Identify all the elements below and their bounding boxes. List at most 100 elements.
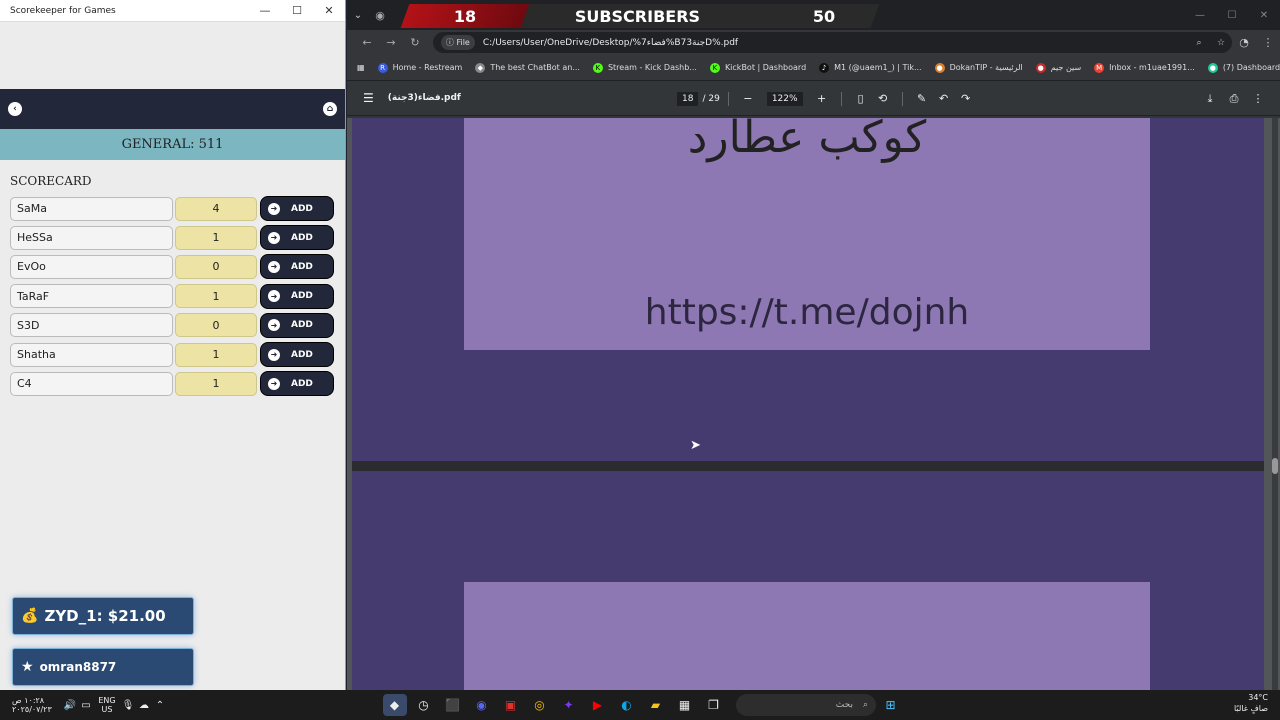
maximize-icon[interactable]: ☐ [281, 4, 313, 17]
subscriber-goal: SUBSCRIBERS 50 [520, 4, 880, 28]
page-number-input[interactable]: 18 [677, 91, 699, 106]
taskbar-search[interactable]: بحث ⌕ [736, 694, 876, 716]
weather-widget[interactable]: 34°C صافٍ غالبًا [1234, 692, 1268, 714]
bookmark-item[interactable]: R Home - Restream [377, 62, 462, 73]
player-score[interactable]: 0 [175, 254, 257, 279]
page-content-panel: كوكب عطارد https://t.me/dojnh [464, 118, 1150, 350]
add-button[interactable]: ➜ ADD [260, 342, 334, 368]
reload-icon[interactable]: ↻ [403, 36, 427, 49]
scrollbar-thumb[interactable] [1272, 458, 1278, 474]
kebab-menu-icon[interactable]: ⋮ [1256, 36, 1280, 49]
zoom-icon[interactable]: ⌕ [1188, 38, 1210, 48]
discord-app-icon[interactable]: ◉ [470, 694, 494, 716]
bookmark-star-icon[interactable]: ☆ [1210, 38, 1232, 48]
rotate-icon[interactable]: ⟲ [872, 92, 894, 105]
obs-app-icon[interactable]: ⬛ [441, 694, 465, 716]
close-icon[interactable]: ✕ [1248, 10, 1280, 21]
minimize-icon[interactable]: — [249, 4, 281, 17]
zoom-out-icon[interactable]: − [737, 92, 759, 105]
edge-app-icon[interactable]: ◐ [615, 694, 639, 716]
chrome-app-icon[interactable]: ◎ [528, 694, 552, 716]
scorekeeper-app-icon[interactable]: ◆ [382, 694, 407, 716]
player-name[interactable]: HeSSa [10, 225, 173, 250]
add-button[interactable]: ➜ ADD [260, 254, 334, 280]
hamburger-menu-icon[interactable]: ☰ [363, 91, 374, 105]
add-button[interactable]: ➜ ADD [260, 196, 334, 222]
page-separator [352, 461, 1264, 471]
player-name[interactable]: TaRaF [10, 284, 173, 309]
add-button[interactable]: ➜ ADD [260, 283, 334, 309]
streamer-app-icon[interactable]: ▣ [499, 694, 523, 716]
close-icon[interactable]: ✕ [313, 4, 345, 17]
player-name[interactable]: Shatha [10, 342, 173, 367]
microphone-icon[interactable]: 🎙 [120, 700, 136, 711]
undo-icon[interactable]: ↶ [933, 92, 955, 105]
player-score[interactable]: 1 [175, 225, 257, 250]
url-text[interactable]: C:/Users/User/OneDrive/Desktop/%7فضاء%B7… [483, 38, 1188, 48]
player-score[interactable]: 1 [175, 371, 257, 396]
clock[interactable]: ١٠:٢٨ ص ٢٠٢٥/٠٧/٢٣ [12, 696, 62, 714]
add-button[interactable]: ➜ ADD [260, 371, 334, 397]
player-row: Shatha 1 ➜ ADD [0, 340, 345, 369]
language-indicator[interactable]: ENG US [94, 696, 120, 714]
speaker-icon[interactable]: 🔊 [62, 700, 78, 711]
bookmark-item[interactable]: K Stream - Kick Dashb... [592, 62, 697, 73]
bookmark-item[interactable]: K KickBot | Dashboard [709, 62, 806, 73]
minimize-icon[interactable]: — [1184, 10, 1216, 21]
bookmark-item[interactable]: M Inbox - m1uae1991... [1094, 62, 1195, 73]
bookmark-item[interactable]: ● DokanTIP - الرئيسية [934, 62, 1023, 73]
annotate-icon[interactable]: ✎ [911, 92, 933, 105]
profile-icon[interactable]: ◔ [1232, 36, 1256, 49]
task-view-icon[interactable]: ❐ [702, 694, 726, 716]
vertical-scrollbar[interactable] [1272, 118, 1278, 690]
maximize-icon[interactable]: ☐ [1216, 10, 1248, 21]
site-info-chip[interactable]: ⓘ File [440, 35, 475, 50]
bookmark-item[interactable]: ● سين جيم [1035, 62, 1081, 73]
file-explorer-icon[interactable]: ▰ [644, 694, 668, 716]
chevron-up-icon[interactable]: ⌃ [152, 700, 168, 711]
copilot-app-icon[interactable]: ✦ [557, 694, 581, 716]
player-score[interactable]: 0 [175, 313, 257, 338]
tab-favicon-icon[interactable]: ◉ [369, 9, 391, 22]
player-name[interactable]: EvOo [10, 254, 173, 279]
home-icon[interactable]: ⌂ [323, 102, 337, 116]
bookmark-item[interactable]: ◆ The best ChatBot an... [475, 62, 580, 73]
back-icon[interactable]: ← [355, 36, 379, 49]
pdf-viewport[interactable]: كوكب عطارد https://t.me/dojnh ➤ [347, 118, 1280, 690]
apps-icon[interactable]: ▦ [357, 63, 365, 72]
page-link[interactable]: https://t.me/dojnh [464, 292, 1150, 333]
pdf-page [352, 471, 1264, 690]
player-score[interactable]: 4 [175, 196, 257, 221]
onedrive-icon[interactable]: ☁ [136, 700, 152, 711]
subscriber-goal-banner: 18 SUBSCRIBERS 50 [400, 4, 880, 28]
store-app-icon[interactable]: ▦ [673, 694, 697, 716]
download-icon[interactable]: ⤓ [1198, 92, 1222, 106]
taskbar-apps: ◆ ◷ ⬛ ◉ ▣ ◎ ✦ ▶ ◐ ▰ ▦ ❐ بحث ⌕ ⊞ [380, 694, 905, 716]
address-bar[interactable]: ⓘ File C:/Users/User/OneDrive/Desktop/%7… [432, 32, 1233, 53]
bookmark-item[interactable]: ●(7) Dashboard / Stre... [1207, 62, 1280, 73]
back-icon[interactable]: ‹ [8, 102, 22, 116]
add-button[interactable]: ➜ ADD [260, 225, 334, 251]
start-icon[interactable]: ⊞ [879, 694, 903, 716]
player-name[interactable]: SaMa [10, 196, 173, 221]
player-row: HeSSa 1 ➜ ADD [0, 223, 345, 252]
player-score[interactable]: 1 [175, 342, 257, 367]
player-score[interactable]: 1 [175, 284, 257, 309]
redo-icon[interactable]: ↷ [955, 92, 977, 105]
forward-icon[interactable]: → [379, 36, 403, 49]
divider [727, 91, 729, 106]
youtube-app-icon[interactable]: ▶ [586, 694, 610, 716]
more-options-icon[interactable]: ⋮ [1246, 92, 1270, 105]
player-row: SaMa 4 ➜ ADD [0, 194, 345, 223]
tab-search-icon[interactable]: ⌄ [347, 10, 369, 21]
fit-page-icon[interactable]: ▯ [850, 92, 872, 105]
zoom-in-icon[interactable]: + [811, 92, 833, 105]
bookmark-item[interactable]: ♪ M1 (@uaem1_) | Tik... [819, 62, 922, 73]
player-name[interactable]: C4 [10, 371, 173, 396]
add-button[interactable]: ➜ ADD [260, 312, 334, 338]
clock-app-icon[interactable]: ◷ [412, 694, 436, 716]
print-icon[interactable]: ⎙ [1222, 92, 1246, 106]
zoom-level-input[interactable]: 122% [766, 91, 803, 106]
network-icon[interactable]: ▭ [78, 700, 94, 711]
player-name[interactable]: S3D [10, 313, 173, 338]
